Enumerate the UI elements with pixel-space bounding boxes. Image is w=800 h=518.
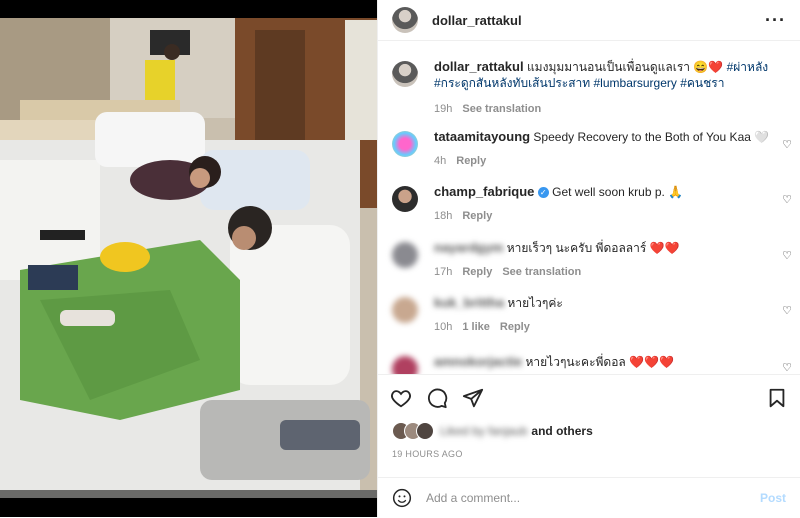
- like-comment-heart-icon[interactable]: ♡: [782, 304, 792, 317]
- comment-username[interactable]: kuk_brittha: [434, 295, 504, 310]
- reply-button[interactable]: Reply: [456, 153, 486, 169]
- comment-username[interactable]: champ_fabrique: [434, 184, 534, 199]
- bookmark-icon[interactable]: [766, 387, 788, 409]
- comment-username[interactable]: tataamitayoung: [434, 129, 530, 144]
- liked-by-names[interactable]: Liked by fanjaub: [440, 424, 527, 438]
- add-comment-bar: Post: [378, 477, 800, 518]
- liked-by-others[interactable]: and others: [531, 424, 592, 438]
- comment-text: หายไวๆนะคะพี่ดอล ❤️❤️❤️: [525, 355, 674, 369]
- see-translation-link[interactable]: See translation: [462, 101, 541, 117]
- share-paper-plane-icon[interactable]: [462, 387, 484, 409]
- reply-button[interactable]: Reply: [500, 319, 530, 335]
- comment-time: 17h: [434, 266, 453, 278]
- comment-item: champ_fabrique ✓ Get well soon krub p. 🙏…: [392, 184, 788, 224]
- post-actions: [378, 374, 800, 421]
- reply-button[interactable]: Reply: [462, 264, 492, 280]
- owner-username[interactable]: dollar_rattakul: [432, 13, 522, 28]
- post-comment-button[interactable]: Post: [760, 491, 786, 505]
- like-comment-heart-icon[interactable]: ♡: [782, 138, 792, 151]
- commenter-avatar[interactable]: [392, 297, 418, 323]
- caption: dollar_rattakul แมงมุมมานอนเป็นเพื่อนดูแ…: [392, 59, 788, 117]
- like-comment-heart-icon[interactable]: ♡: [782, 193, 792, 206]
- comment-item: kuk_brittha หายไวๆค่ะ 10h 1 like Reply: [392, 295, 788, 335]
- post-timestamp: 19 HOURS AGO: [392, 449, 463, 459]
- comment-item: nayardgym หายเร็วๆ นะครับ พี่ดอลลาร์ ❤️❤…: [392, 240, 788, 280]
- comment-username[interactable]: amnokorjactie: [434, 354, 522, 369]
- see-translation-link[interactable]: See translation: [502, 264, 581, 280]
- comment-time: 18h: [434, 210, 453, 222]
- comment-time: 4h: [434, 155, 447, 167]
- comment-text: Speedy Recovery to the Both of You Kaa 🤍: [533, 130, 770, 144]
- post-panel: dollar_rattakul ··· dollar_rattakul แมงม…: [377, 0, 800, 517]
- like-comment-heart-icon[interactable]: ♡: [782, 361, 792, 374]
- comments-list[interactable]: dollar_rattakul แมงมุมมานอนเป็นเพื่อนดูแ…: [378, 41, 800, 374]
- reply-button[interactable]: Reply: [462, 208, 492, 224]
- commenter-avatar[interactable]: [392, 356, 418, 374]
- caption-time: 19h: [434, 103, 453, 115]
- like-heart-icon[interactable]: [390, 387, 412, 409]
- comment-item: amnokorjactie หายไวๆนะคะพี่ดอล ❤️❤️❤️: [392, 354, 788, 374]
- owner-avatar[interactable]: [392, 61, 418, 87]
- commenter-avatar[interactable]: [392, 186, 418, 212]
- post-header: dollar_rattakul ···: [378, 0, 800, 41]
- emoji-icon[interactable]: [392, 488, 412, 508]
- comment-username[interactable]: nayardgym: [434, 240, 503, 255]
- comment-item: tataamitayoung Speedy Recovery to the Bo…: [392, 129, 788, 169]
- comment-bubble-icon[interactable]: [426, 387, 448, 409]
- liked-by[interactable]: Liked by fanjaub and others: [392, 422, 593, 440]
- comment-like-count[interactable]: 1 like: [462, 319, 490, 335]
- like-comment-heart-icon[interactable]: ♡: [782, 249, 792, 262]
- more-options-icon[interactable]: ···: [765, 10, 786, 31]
- comment-text: Get well soon krub p. 🙏: [552, 185, 684, 199]
- commenter-avatar[interactable]: [392, 242, 418, 268]
- post-image[interactable]: [0, 0, 377, 517]
- hospital-photo: [0, 0, 377, 517]
- verified-badge-icon: ✓: [537, 187, 549, 199]
- owner-avatar[interactable]: [392, 7, 418, 33]
- commenter-avatar[interactable]: [392, 131, 418, 157]
- comment-time: 10h: [434, 321, 453, 333]
- caption-username[interactable]: dollar_rattakul: [434, 59, 524, 74]
- comment-input[interactable]: [424, 490, 760, 506]
- liker-avatar: [416, 422, 434, 440]
- caption-text: แมงมุมมานอนเป็นเพื่อนดูแลเรา 😄❤️: [526, 60, 724, 74]
- comment-text: หายไวๆค่ะ: [507, 296, 563, 310]
- comment-text: หายเร็วๆ นะครับ พี่ดอลลาร์ ❤️❤️: [506, 241, 680, 255]
